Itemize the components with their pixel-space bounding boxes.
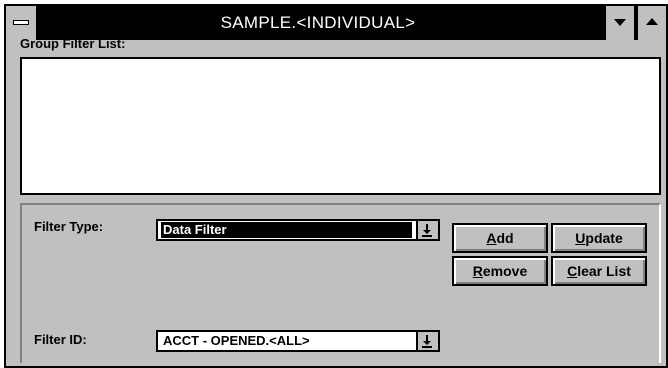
filter-id-combobox[interactable]: ACCT - OPENED.<ALL> xyxy=(156,330,440,352)
maximize-arrow-icon xyxy=(646,18,658,25)
title-bar[interactable]: SAMPLE.<INDIVIDUAL> xyxy=(6,6,666,40)
window-title: SAMPLE.<INDIVIDUAL> xyxy=(220,13,416,32)
minimize-button[interactable] xyxy=(604,6,634,40)
minimize-arrow-icon xyxy=(614,19,626,26)
group-filter-list-label: Group Filter List: xyxy=(20,36,126,51)
maximize-button[interactable] xyxy=(636,6,666,40)
filter-id-label: Filter ID: xyxy=(34,332,87,347)
remove-button[interactable]: Remove xyxy=(452,256,548,286)
filter-type-value: Data Filter xyxy=(161,222,412,238)
add-button[interactable]: Add xyxy=(452,223,548,253)
filter-type-dropdown-button[interactable] xyxy=(416,221,438,239)
system-menu-button[interactable] xyxy=(6,6,38,40)
filter-panel: Filter Type: Data Filter Add Update Remo… xyxy=(20,203,661,363)
filter-id-value: ACCT - OPENED.<ALL> xyxy=(163,333,310,348)
filter-type-combobox[interactable]: Data Filter xyxy=(156,219,440,241)
update-button[interactable]: Update xyxy=(551,223,647,253)
clear-list-button[interactable]: Clear List xyxy=(551,256,647,286)
filter-id-dropdown-button[interactable] xyxy=(416,332,438,350)
group-filter-listbox[interactable] xyxy=(20,57,661,195)
filter-type-label: Filter Type: xyxy=(34,219,104,234)
system-menu-icon xyxy=(13,20,29,25)
